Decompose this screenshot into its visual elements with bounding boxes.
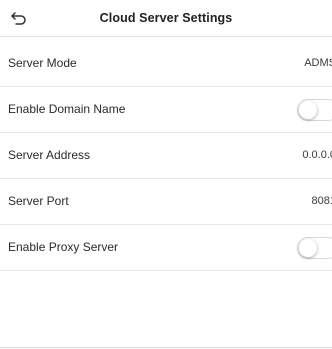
enable-domain-name-label: Enable Domain Name [8,102,126,116]
enable-domain-name-toggle[interactable] [297,99,332,121]
enable-proxy-server-label: Enable Proxy Server [8,240,119,254]
server-address-row[interactable]: Server Address 0.0.0.0 [0,133,332,179]
toggle-knob [299,239,317,257]
enable-proxy-server-toggle[interactable] [297,237,332,259]
bottom-divider [0,347,332,348]
server-port-value: 8081 [311,195,332,207]
server-mode-label: Server Mode [8,56,77,70]
server-address-label: Server Address [8,148,91,162]
enable-domain-name-row[interactable]: Enable Domain Name [0,87,332,133]
toggle-knob [299,101,317,119]
page-title: Cloud Server Settings [99,11,233,25]
enable-proxy-server-row[interactable]: Enable Proxy Server [0,225,332,271]
server-port-label: Server Port [8,194,69,208]
server-address-value: 0.0.0.0 [302,149,332,161]
cloud-server-settings-screen: Cloud Server Settings Server Mode ADMS E… [0,0,332,349]
server-mode-value: ADMS [304,57,332,69]
header-bar: Cloud Server Settings [0,0,332,37]
server-port-row[interactable]: Server Port 8081 [0,179,332,225]
server-mode-row[interactable]: Server Mode ADMS [0,41,332,87]
